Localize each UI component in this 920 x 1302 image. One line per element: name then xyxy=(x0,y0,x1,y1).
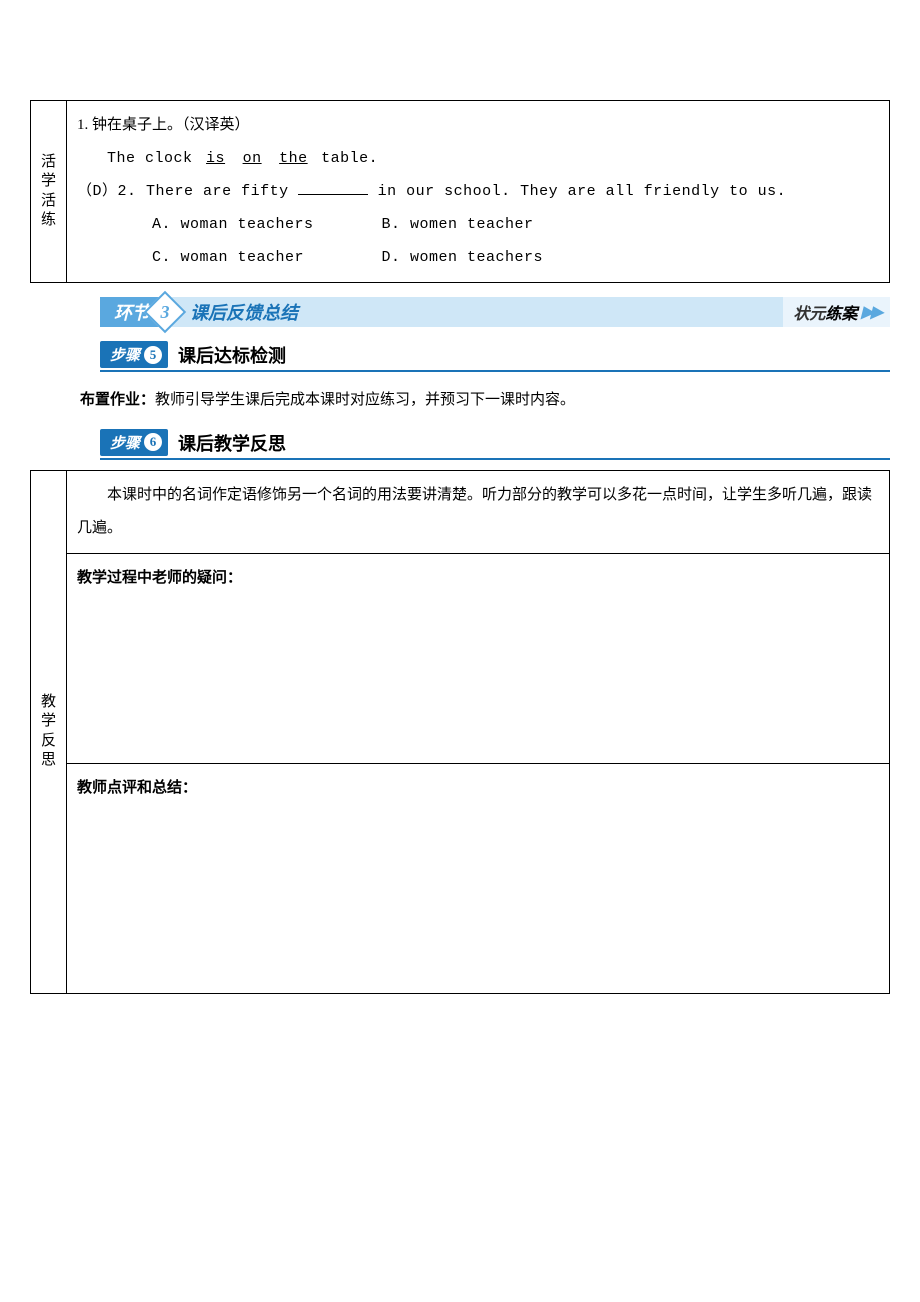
practice-content: 1. 钟在桌子上。（汉译英） The clock is on the table… xyxy=(67,101,890,283)
step-6-number: 6 xyxy=(144,433,162,451)
assignment-text: 教师引导学生课后完成本课时对应练习，并预习下一课时内容。 xyxy=(155,392,575,408)
q2-options-row2: C. woman teacher D. women teachers xyxy=(77,241,879,274)
assignment-label: 布置作业： xyxy=(80,392,155,408)
reflection-summary-heading: 教师点评和总结： xyxy=(77,772,879,805)
step-5-header: 步骤 5 课后达标检测 xyxy=(100,341,890,372)
reflection-summary-cell: 教师点评和总结： xyxy=(67,763,890,993)
section-3-right-text2: 练案 xyxy=(825,300,857,324)
reflection-questions-cell: 教学过程中老师的疑问： xyxy=(67,553,890,763)
reflection-paragraph-cell: 本课时中的名词作定语修饰另一个名词的用法要讲清楚。听力部分的教学可以多花一点时间… xyxy=(67,470,890,553)
q2-stem-mid: ）2. There are fifty xyxy=(102,183,289,200)
step-5-number: 5 xyxy=(144,346,162,364)
step-6-title: 课后教学反思 xyxy=(178,430,286,456)
step-6-label: 步骤 xyxy=(110,432,140,453)
q1-line-zh: 1. 钟在桌子上。（汉译英） xyxy=(77,109,879,142)
q2-blank xyxy=(298,194,368,195)
practice-label-text: 活学活练 xyxy=(41,153,56,231)
practice-row-label: 活学活练 xyxy=(31,101,67,283)
reflection-table: 教学反思 本课时中的名词作定语修饰另一个名词的用法要讲清楚。听力部分的教学可以多… xyxy=(30,470,890,994)
section-3-arrows-icon: ▶▶ xyxy=(861,302,880,322)
q2-line: （D）2. There are fifty in our school. The… xyxy=(77,175,879,208)
q1-blank-1: is xyxy=(202,150,229,167)
reflection-questions-space xyxy=(77,595,879,755)
q1-en-prefix: The clock xyxy=(107,150,193,167)
q1-line-en: The clock is on the table. xyxy=(77,142,879,175)
q2-answer: D xyxy=(93,183,103,200)
reflection-row-label: 教学反思 xyxy=(31,470,67,993)
q1-en-suffix: table. xyxy=(321,150,378,167)
q2-paren-open: （ xyxy=(77,183,93,200)
section-3-right: 状元练案 ▶▶ xyxy=(783,297,890,327)
reflection-summary-space xyxy=(77,805,879,985)
step-5-label: 步骤 xyxy=(110,344,140,365)
q1-blank-3: the xyxy=(275,150,312,167)
q1-number: 1. xyxy=(77,117,88,133)
q1-blank-2: on xyxy=(239,150,266,167)
step-5-title: 课后达标检测 xyxy=(178,342,286,368)
reflection-label-text: 教学反思 xyxy=(41,693,56,771)
q2-stem-suffix: in our school. They are all friendly to … xyxy=(378,183,787,200)
q1-chinese: 钟在桌子上。（汉译英） xyxy=(92,117,250,133)
section-3-number: 3 xyxy=(161,302,170,323)
q2-option-b: B. women teacher xyxy=(382,216,534,233)
section-3-bar: 环节 3 课后反馈总结 状元练案 ▶▶ xyxy=(100,297,890,327)
section-3-right-text1: 状元 xyxy=(793,300,825,324)
q2-option-c: C. woman teacher xyxy=(152,241,372,274)
q2-option-d: D. women teachers xyxy=(382,249,544,266)
practice-table: 活学活练 1. 钟在桌子上。（汉译英） The clock is on the … xyxy=(30,100,890,283)
step-5-badge: 步骤 5 xyxy=(100,341,168,368)
step-6-header: 步骤 6 课后教学反思 xyxy=(100,429,890,460)
section-3-title: 课后反馈总结 xyxy=(172,297,783,327)
step-6-badge: 步骤 6 xyxy=(100,429,168,456)
assignment-line: 布置作业：教师引导学生课后完成本课时对应练习，并预习下一课时内容。 xyxy=(80,386,890,415)
reflection-paragraph: 本课时中的名词作定语修饰另一个名词的用法要讲清楚。听力部分的教学可以多花一点时间… xyxy=(77,479,879,545)
q2-options-row1: A. woman teachers B. women teacher xyxy=(77,208,879,241)
reflection-questions-heading: 教学过程中老师的疑问： xyxy=(77,562,879,595)
q2-option-a: A. woman teachers xyxy=(152,208,372,241)
